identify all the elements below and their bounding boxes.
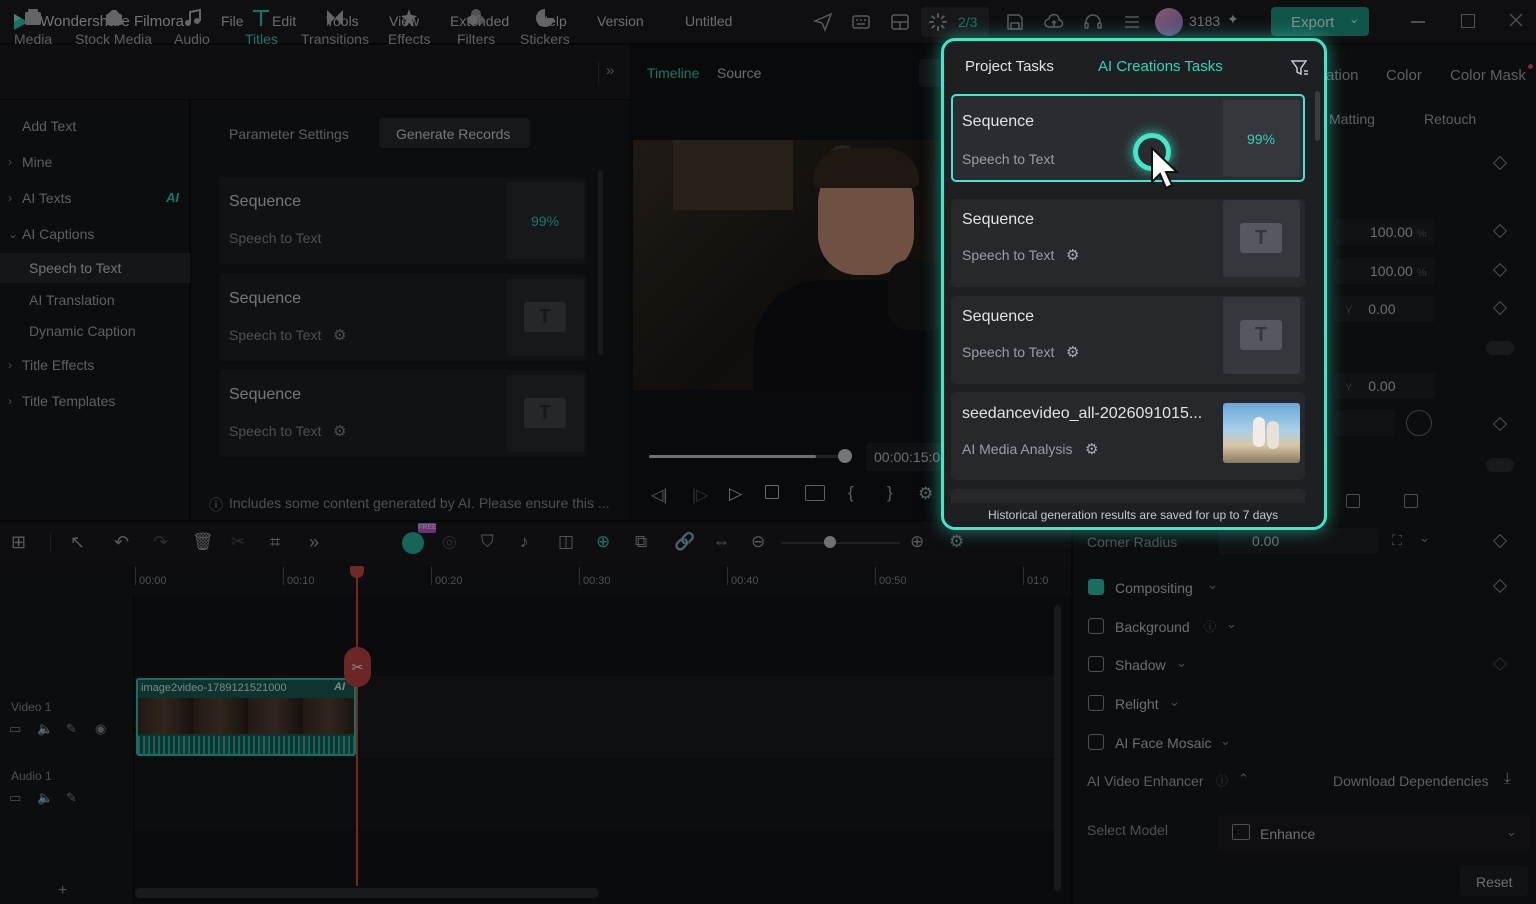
settings-gear-icon[interactable]: ⚙ bbox=[1066, 343, 1079, 361]
task-card[interactable]: Sequence Speech to Text 99% bbox=[951, 94, 1305, 182]
figure-decor bbox=[1253, 417, 1265, 447]
popup-scrollbar[interactable] bbox=[1315, 91, 1320, 141]
mouse-cursor-icon bbox=[1150, 146, 1180, 192]
task-card[interactable]: Sequence Speech to Text ⚙ T bbox=[951, 296, 1305, 384]
filter-icon[interactable] bbox=[1290, 58, 1310, 78]
task-thumbnail: T bbox=[1223, 297, 1300, 374]
history-notice: Historical generation results are saved … bbox=[988, 508, 1279, 522]
task-subtitle: Speech to Text bbox=[962, 247, 1055, 263]
settings-gear-icon[interactable]: ⚙ bbox=[1066, 246, 1079, 264]
tab-ai-creations-tasks[interactable]: AI Creations Tasks bbox=[1098, 58, 1223, 75]
task-progress: 99% bbox=[1247, 131, 1276, 147]
text-template-icon: T bbox=[1240, 223, 1282, 253]
task-subtitle: Speech to Text bbox=[962, 151, 1055, 167]
task-title: seedancevideo_all-2026091015... bbox=[962, 405, 1203, 422]
task-card[interactable]: Sequence Speech to Text ⚙ T bbox=[951, 199, 1305, 287]
task-card[interactable]: seedancevideo_all-2026091015... AI Media… bbox=[951, 392, 1305, 480]
task-title: Sequence bbox=[962, 211, 1035, 228]
task-subtitle: AI Media Analysis bbox=[962, 441, 1073, 457]
task-title: Sequence bbox=[962, 113, 1035, 130]
tasks-popup: Project Tasks AI Creations Tasks Sequenc… bbox=[941, 38, 1327, 530]
task-thumbnail: 99% bbox=[1223, 100, 1300, 177]
task-title: Sequence bbox=[962, 308, 1035, 325]
task-subtitle: Speech to Text bbox=[962, 344, 1055, 360]
settings-gear-icon[interactable]: ⚙ bbox=[1085, 440, 1098, 458]
tab-project-tasks[interactable]: Project Tasks bbox=[965, 58, 1054, 75]
figure-decor bbox=[1267, 421, 1279, 449]
task-thumbnail: T bbox=[1223, 200, 1300, 277]
popup-footer: Historical generation results are saved … bbox=[944, 503, 1324, 527]
video-thumbnail bbox=[1223, 403, 1300, 463]
text-template-icon: T bbox=[1240, 320, 1282, 350]
